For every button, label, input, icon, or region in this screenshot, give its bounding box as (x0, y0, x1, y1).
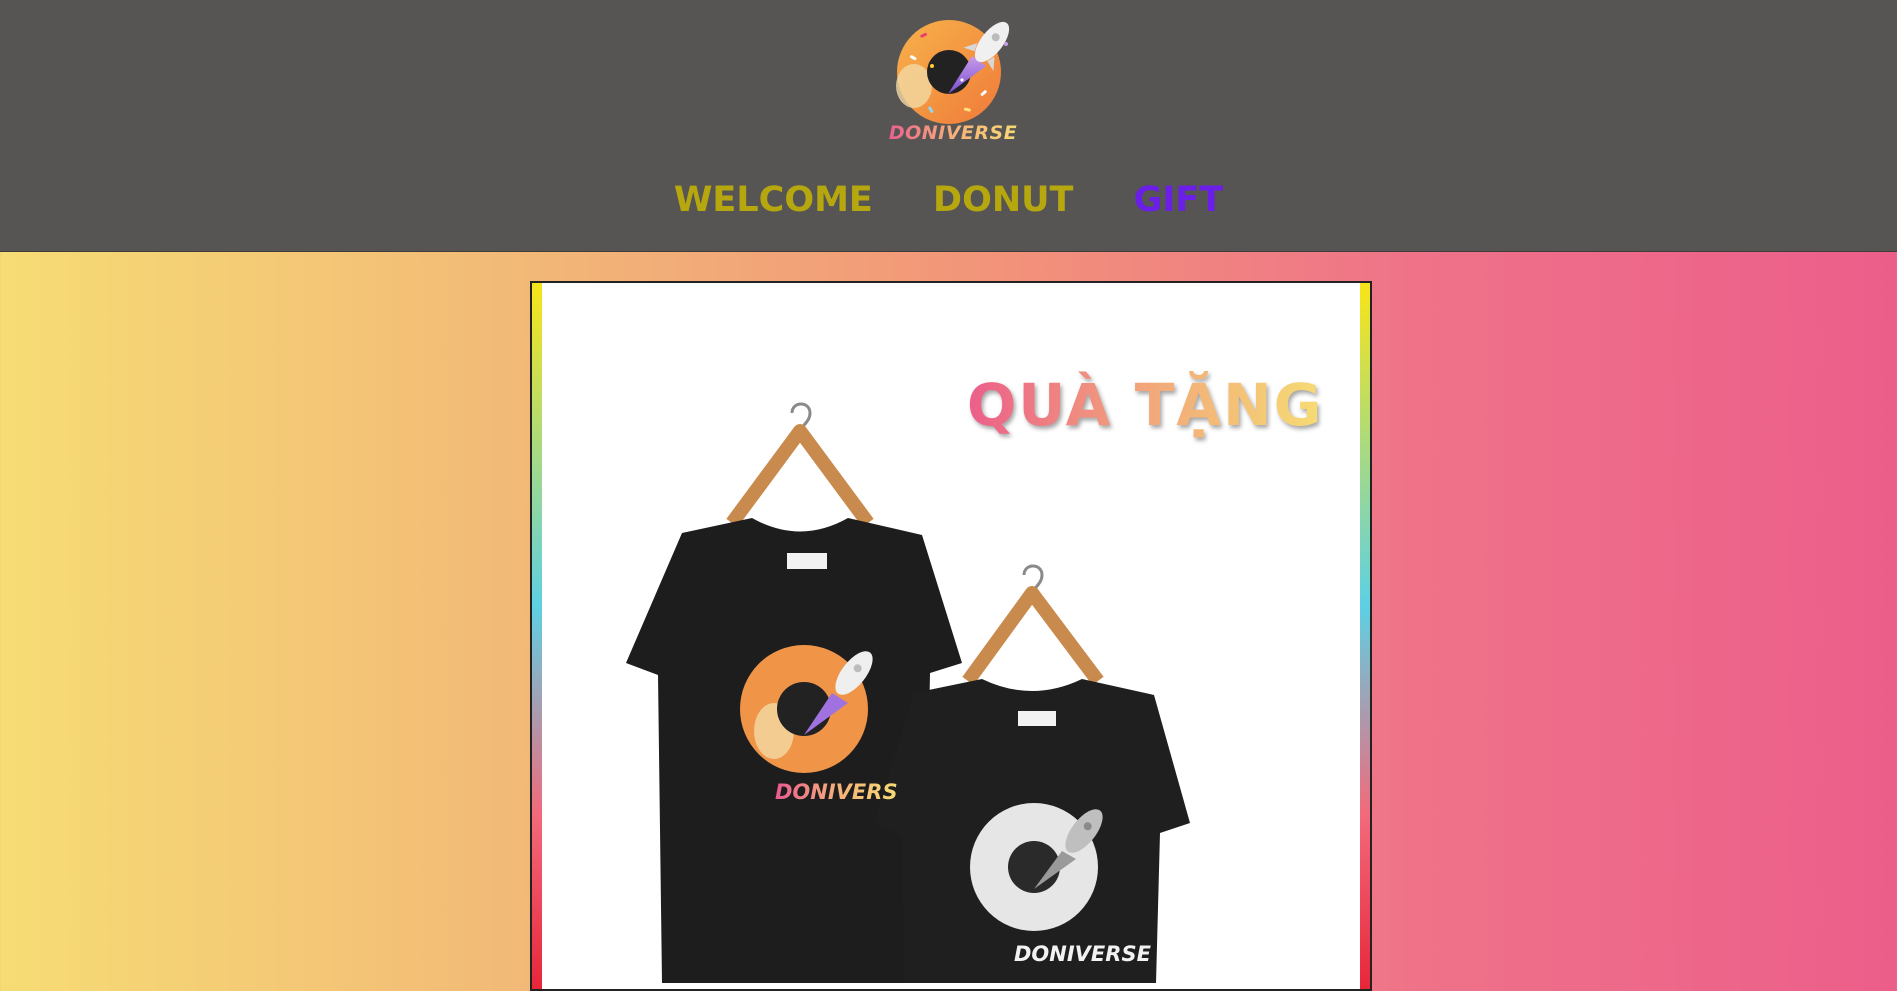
donut-rocket-icon (896, 20, 1010, 124)
logo-wordmark: DONIVERSE (884, 122, 1022, 144)
main-nav: WELCOME DONUT GIFT (0, 180, 1897, 220)
doniverse-logo[interactable]: DONIVERSE (884, 16, 1022, 152)
nav-gift[interactable]: GIFT (1134, 180, 1224, 220)
nav-welcome[interactable]: WELCOME (674, 180, 873, 220)
nav-donut[interactable]: DONUT (933, 180, 1073, 220)
shirt-print-back: DONIVERSE (1014, 942, 1151, 966)
shirt-print-front: DONIVERS (775, 780, 898, 804)
gift-image: QUÀ TẶNG DONIVERS DONIVERSE (542, 283, 1360, 989)
gift-card: QUÀ TẶNG DONIVERS DONIVERSE (530, 281, 1372, 991)
shirt-tag (787, 553, 827, 569)
site-header: DONIVERSE WELCOME DONUT GIFT (0, 0, 1897, 252)
tshirts-illustration (626, 402, 1190, 983)
